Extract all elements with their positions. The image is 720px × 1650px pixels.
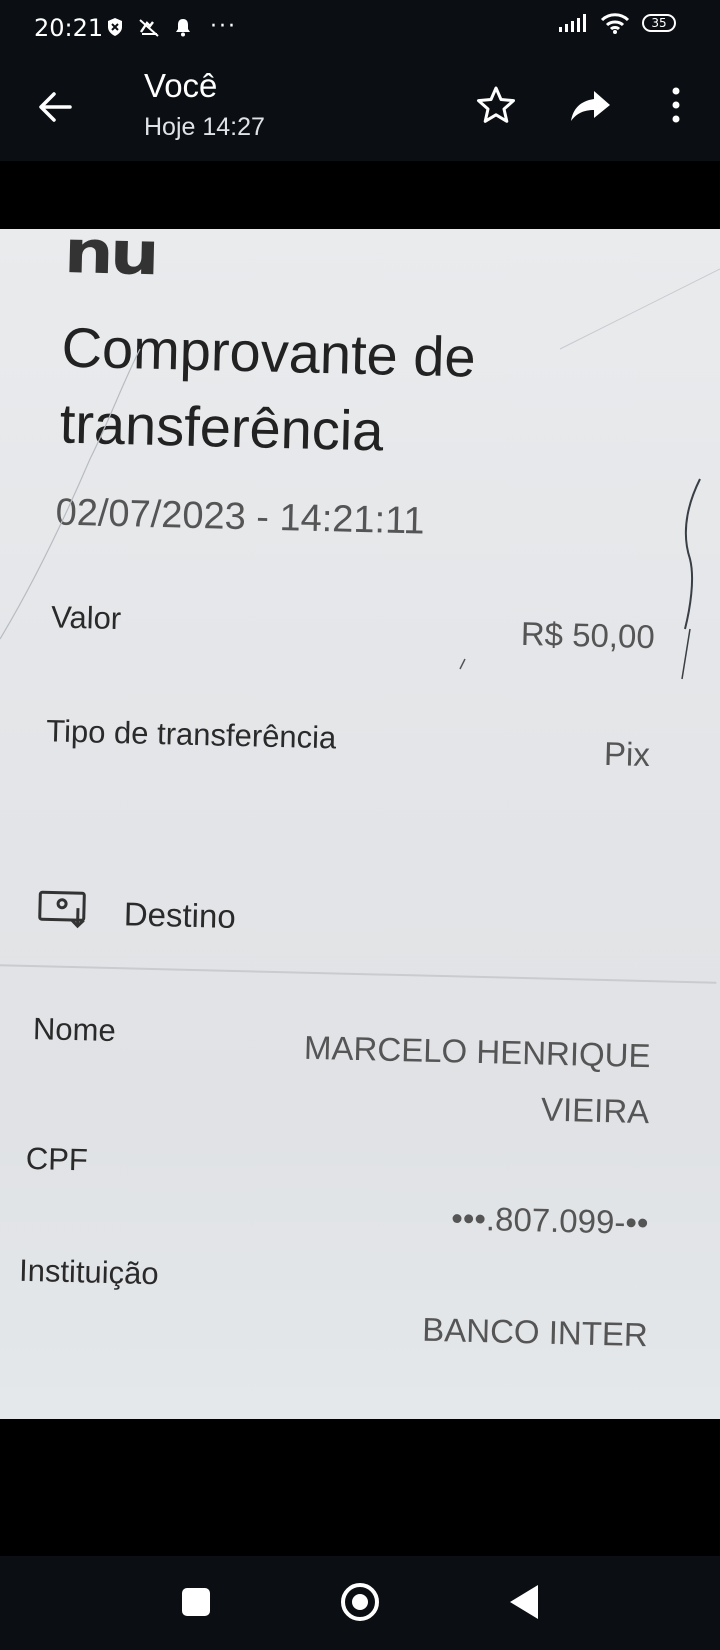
message-timestamp: Hoje 14:27 — [144, 113, 265, 141]
receipt-title: Comprovante de transferência — [59, 315, 477, 463]
more-options-button[interactable] — [660, 81, 692, 129]
system-icons: 35 — [558, 12, 676, 34]
sender-name: Você — [144, 67, 218, 104]
app-bar: Você Hoje 14:27 — [0, 55, 720, 161]
notification-icons: ··· — [106, 14, 237, 39]
destino-section-title: Destino — [123, 895, 237, 935]
star-button[interactable] — [472, 81, 520, 129]
cpf-label: CPF — [25, 1140, 89, 1178]
receipt-datetime: 02/07/2023 - 14:21:11 — [55, 491, 426, 543]
share-button[interactable] — [566, 81, 614, 129]
receipt-photo[interactable]: nu Comprovante de transferência 02/07/20… — [0, 229, 720, 1419]
cpf-value: •••.807.099-•• — [450, 1199, 649, 1242]
more-notifications-indicator: ··· — [210, 14, 237, 39]
image-viewer[interactable]: nu Comprovante de transferência 02/07/20… — [0, 161, 720, 1556]
star-outline-icon — [477, 86, 515, 123]
nome-value: MARCELO HENRIQUE VIEIRA — [303, 1028, 652, 1131]
back-button[interactable] — [30, 81, 82, 133]
recents-button[interactable] — [182, 1588, 210, 1616]
arrow-left-icon — [39, 92, 72, 122]
status-bar: 20:21 ··· 35 — [0, 0, 720, 55]
bell-icon — [176, 18, 190, 36]
share-arrow-icon — [571, 91, 610, 121]
shield-icon — [108, 17, 122, 36]
muted-icon — [139, 18, 159, 37]
navigation-bar — [0, 1556, 720, 1650]
home-icon — [352, 1594, 368, 1610]
battery-indicator: 35 — [642, 14, 676, 32]
valor-value: R$ 50,00 — [520, 614, 656, 656]
more-vertical-icon — [672, 87, 680, 123]
valor-label: Valor — [50, 599, 122, 637]
transfer-receipt: nu Comprovante de transferência 02/07/20… — [0, 229, 720, 1419]
receive-money-icon — [38, 890, 86, 929]
instituicao-value: BANCO INTER — [421, 1310, 649, 1354]
instituicao-label: Instituição — [18, 1252, 160, 1292]
signal-icon — [559, 14, 586, 32]
wifi-icon — [600, 13, 630, 34]
status-time: 20:21 — [34, 14, 104, 42]
system-back-button[interactable] — [510, 1585, 538, 1619]
tipo-label: Tipo de transferência — [45, 713, 337, 756]
section-divider — [0, 964, 717, 984]
nome-label: Nome — [32, 1011, 117, 1049]
tipo-value: Pix — [603, 734, 651, 774]
nubank-logo: nu — [63, 229, 157, 289]
home-button[interactable] — [341, 1583, 379, 1621]
